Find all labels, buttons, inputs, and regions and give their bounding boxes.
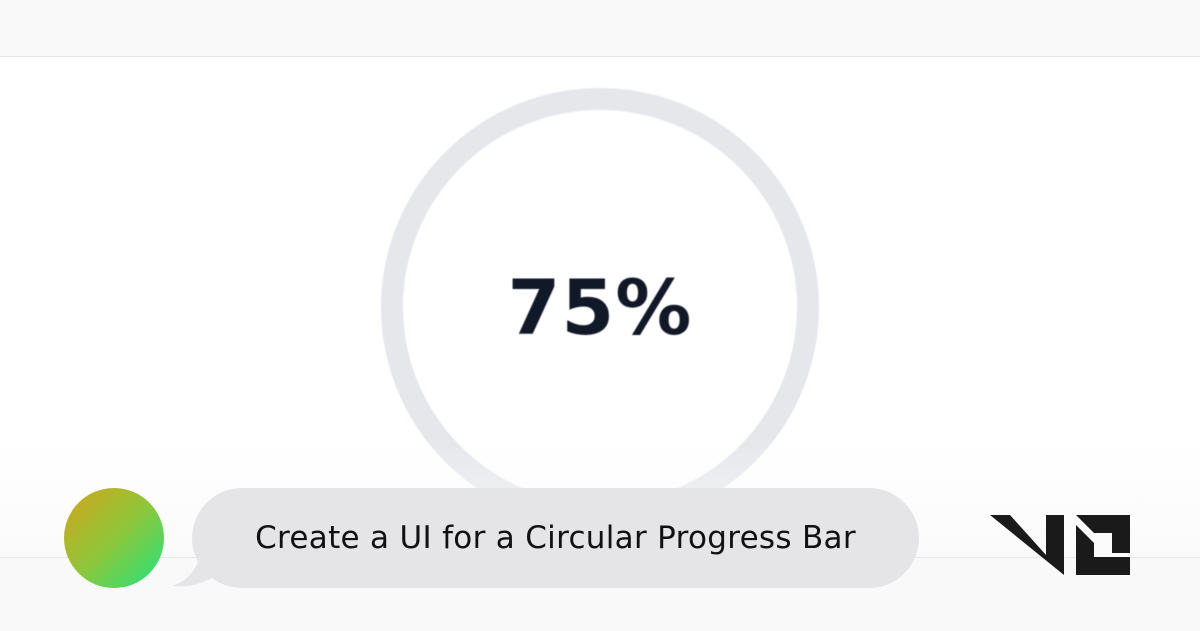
- chat-message-bubble: Create a UI for a Circular Progress Bar: [192, 488, 919, 588]
- progress-percentage-label: 75%: [507, 262, 693, 352]
- v0-logo-icon: [990, 515, 1130, 575]
- user-avatar: [64, 488, 164, 588]
- chat-message-text: Create a UI for a Circular Progress Bar: [255, 520, 856, 556]
- top-bar: [0, 0, 1200, 57]
- circular-progress-bar: 75%: [380, 87, 820, 527]
- preview-canvas: 75%: [0, 57, 1200, 557]
